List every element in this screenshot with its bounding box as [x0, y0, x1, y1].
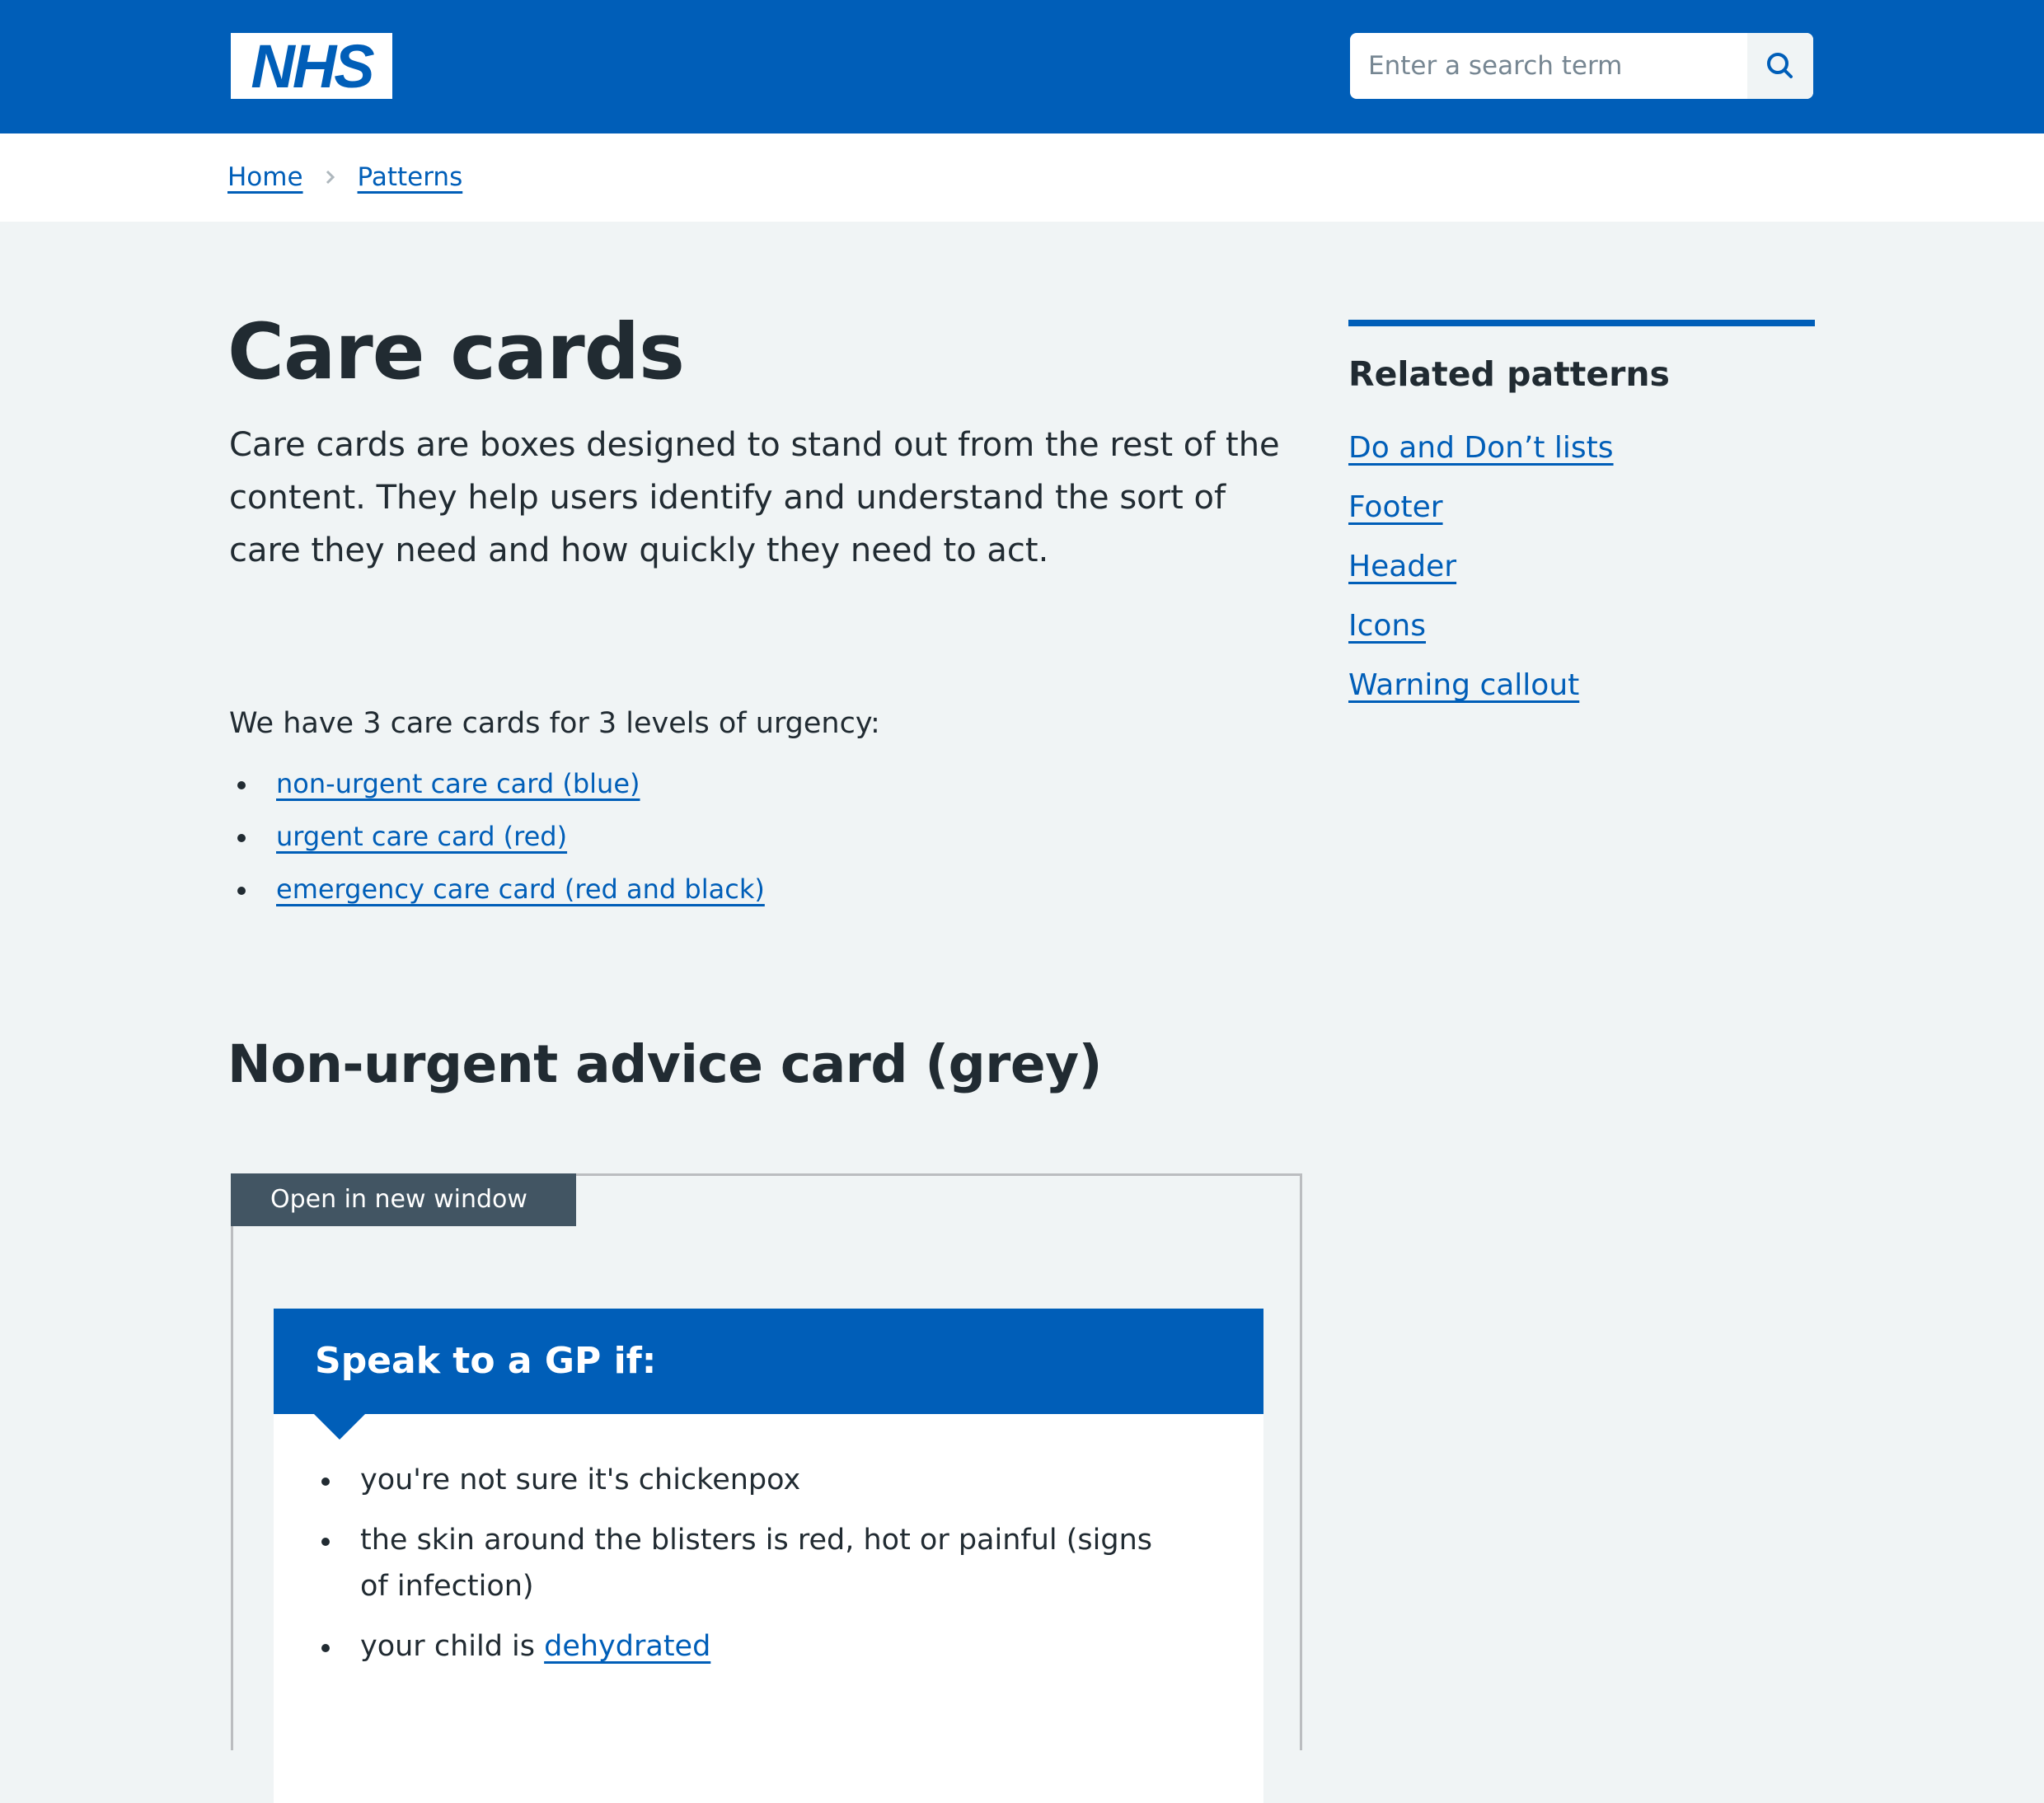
care-card: Speak to a GP if: you're not sure it's c… [274, 1309, 1263, 1803]
link-dehydrated[interactable]: dehydrated [544, 1630, 710, 1663]
urgency-links-list: non-urgent care card (blue) urgent care … [229, 763, 765, 921]
sidebar-link-do-and-dont-lists[interactable]: Do and Don’t lists [1348, 431, 1614, 465]
list-item: Warning callout [1348, 663, 1815, 722]
link-emergency-care-card[interactable]: emergency care card (red and black) [276, 873, 765, 905]
breadcrumb-bar: Home Patterns [0, 133, 2044, 222]
care-item-text: your child is [360, 1630, 545, 1663]
list-item: the skin around the blisters is red, hot… [315, 1517, 1188, 1609]
search-input[interactable] [1350, 33, 1747, 99]
sidebar-title: Related patterns [1348, 354, 1670, 394]
search-button[interactable] [1747, 33, 1813, 99]
breadcrumb: Home Patterns [227, 157, 462, 198]
sidebar-link-warning-callout[interactable]: Warning callout [1348, 668, 1579, 702]
search-icon [1767, 53, 1793, 78]
sidebar-accent-bar [1348, 320, 1815, 326]
link-non-urgent-care-card[interactable]: non-urgent care card (blue) [276, 768, 640, 799]
sidebar-link-footer[interactable]: Footer [1348, 490, 1443, 524]
list-item: emergency care card (red and black) [229, 869, 765, 921]
svg-text:NHS: NHS [251, 33, 374, 99]
related-patterns-sidebar: Related patterns Do and Don’t lists Foot… [1348, 320, 1815, 722]
sidebar-link-header[interactable]: Header [1348, 550, 1456, 583]
site-header: NHS [0, 0, 2044, 133]
list-item: Footer [1348, 485, 1815, 544]
section-title: Non-urgent advice card (grey) [227, 1034, 1102, 1094]
open-in-new-window-button[interactable]: Open in new window [231, 1173, 576, 1226]
sidebar-link-icons[interactable]: Icons [1348, 609, 1426, 643]
list-item: non-urgent care card (blue) [229, 763, 765, 816]
list-item: you're not sure it's chickenpox [315, 1457, 1188, 1503]
list-item: Icons [1348, 603, 1815, 663]
care-card-arrow-icon [313, 1413, 366, 1440]
list-item: Do and Don’t lists [1348, 425, 1815, 485]
related-patterns-list: Do and Don’t lists Footer Header Icons W… [1348, 425, 1815, 722]
example-frame: Open in new window Speak to a GP if: you… [231, 1173, 1302, 1803]
care-card-list: you're not sure it's chickenpox the skin… [315, 1457, 1222, 1670]
lede-text: Care cards are boxes designed to stand o… [229, 426, 1280, 569]
nhs-logo[interactable]: NHS [231, 33, 392, 99]
list-item: your child is dehydrated [315, 1623, 1188, 1670]
link-urgent-care-card[interactable]: urgent care card (red) [276, 821, 567, 852]
care-card-body: you're not sure it's chickenpox the skin… [274, 1457, 1263, 1684]
intro-text: We have 3 care cards for 3 levels of urg… [229, 707, 880, 740]
list-item: urgent care card (red) [229, 816, 765, 869]
care-card-header: Speak to a GP if: [274, 1309, 1263, 1440]
search-form [1350, 33, 1813, 99]
list-item: Header [1348, 544, 1815, 603]
nhs-logo-icon: NHS [231, 33, 392, 99]
chevron-right-icon [325, 168, 336, 186]
breadcrumb-home[interactable]: Home [227, 157, 303, 198]
care-card-heading: Speak to a GP if: [315, 1340, 657, 1382]
page-title: Care cards [227, 307, 685, 397]
breadcrumb-patterns[interactable]: Patterns [358, 157, 463, 198]
example-container: Open in new window Speak to a GP if: you… [216, 1155, 1323, 1803]
